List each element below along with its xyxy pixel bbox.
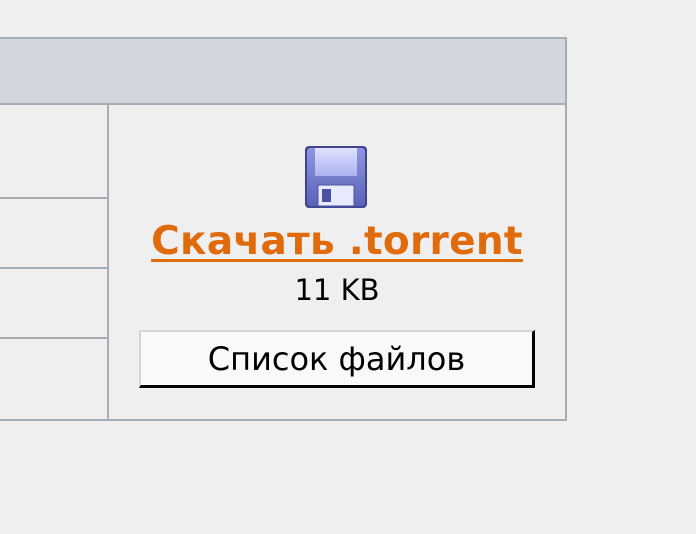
panel-header bbox=[0, 39, 565, 105]
file-list-button[interactable]: Список файлов bbox=[139, 330, 535, 388]
row-divider bbox=[0, 337, 107, 339]
torrent-size: 11 KB bbox=[294, 273, 380, 307]
torrent-panel: Скачать .torrent 11 KB Список файлов bbox=[0, 37, 567, 421]
row-divider bbox=[0, 197, 107, 199]
details-column bbox=[0, 105, 109, 421]
download-cell: Скачать .torrent 11 KB Список файлов bbox=[109, 105, 565, 421]
row-divider bbox=[0, 267, 107, 269]
floppy-disk-icon[interactable] bbox=[302, 143, 370, 211]
download-torrent-link[interactable]: Скачать .torrent bbox=[109, 219, 565, 264]
